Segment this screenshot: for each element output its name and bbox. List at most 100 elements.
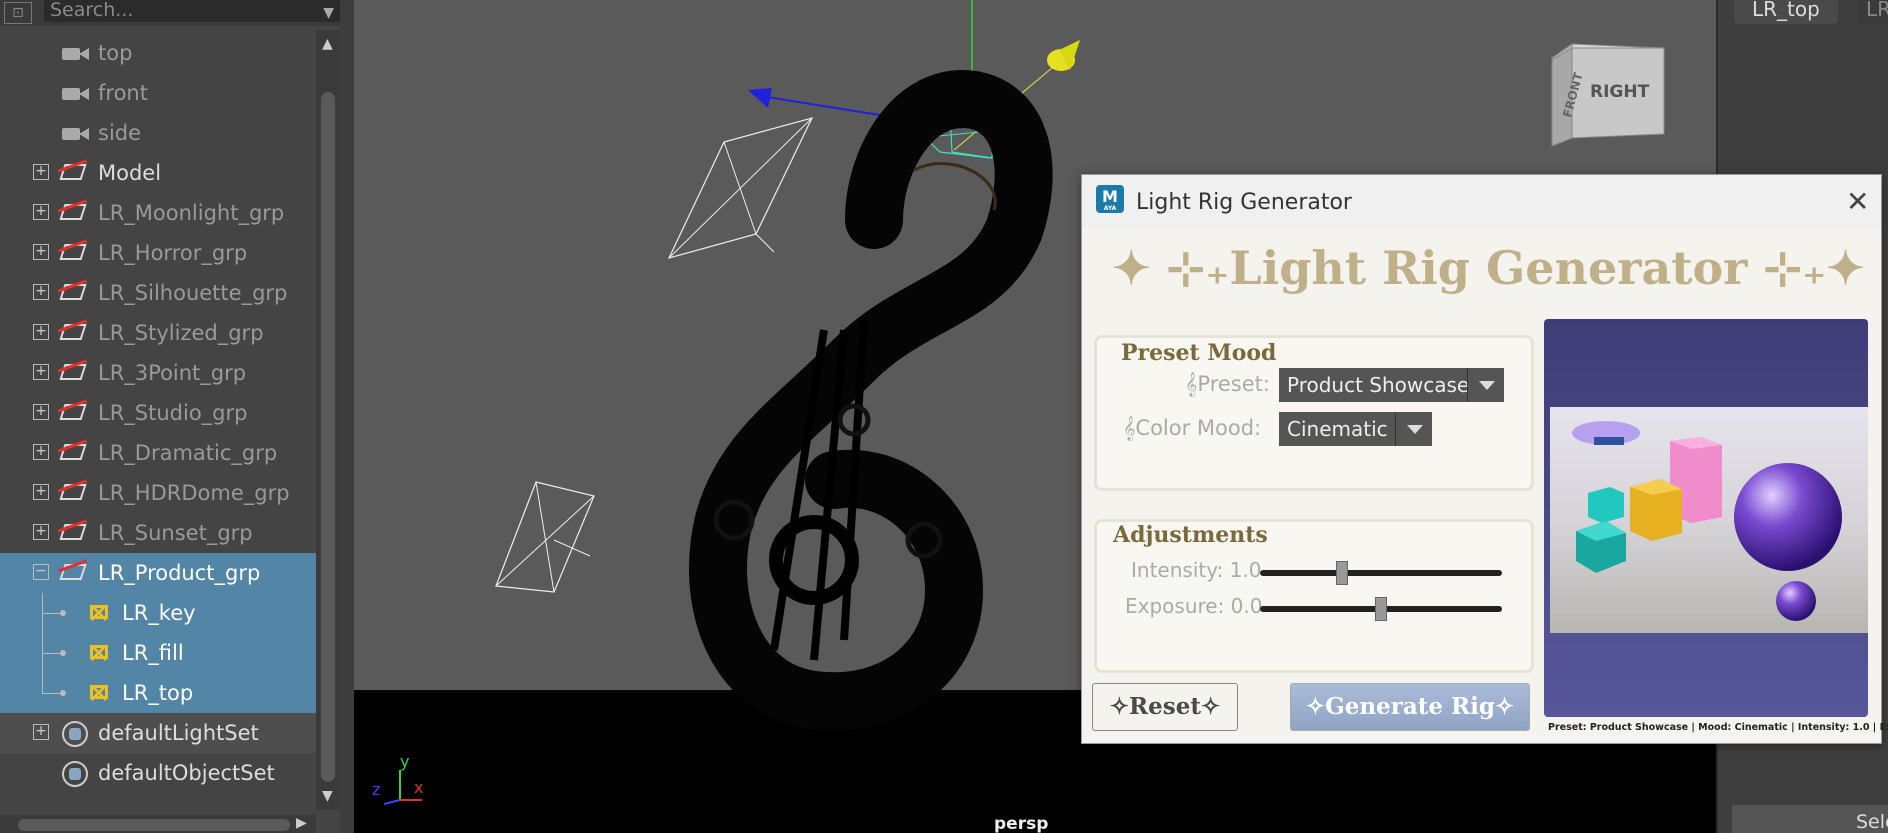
tab-lr-top[interactable]: LR_top <box>1734 0 1838 24</box>
outliner-toolbar: ⊡ Search... ▼ <box>0 0 348 26</box>
intensity-slider[interactable] <box>1260 561 1502 585</box>
scrollbar-thumb[interactable] <box>18 819 290 831</box>
outliner-item-lr-studio[interactable]: + LR_Studio_grp <box>0 393 316 433</box>
group-icon <box>60 321 90 345</box>
expand-icon[interactable]: + <box>33 284 49 300</box>
reset-button[interactable]: ✧Reset✧ <box>1092 683 1238 731</box>
expand-icon[interactable]: + <box>33 364 49 380</box>
expand-icon[interactable]: + <box>33 324 49 340</box>
group-icon <box>60 401 90 425</box>
tree-dot <box>60 650 66 656</box>
preset-dropdown[interactable]: Product Showcase <box>1279 368 1504 402</box>
group-icon <box>60 521 90 545</box>
exposure-slider-handle[interactable] <box>1375 597 1387 621</box>
outliner-item-lr-product[interactable]: − LR_Product_grp <box>0 553 316 593</box>
preview-render-image <box>1550 407 1868 633</box>
tree-connector <box>42 693 60 694</box>
search-input[interactable]: Search... ▼ <box>44 0 340 22</box>
expand-icon[interactable]: + <box>33 724 49 740</box>
expand-icon[interactable]: + <box>33 444 49 460</box>
outliner-item-label: front <box>98 81 148 105</box>
group-icon <box>60 361 90 385</box>
expand-icon[interactable]: + <box>33 204 49 220</box>
outliner-item-top[interactable]: top <box>0 33 316 73</box>
area-light-icon <box>82 677 118 710</box>
axis-x-label: x <box>414 778 424 797</box>
outliner-item-label: defaultLightSet <box>98 721 259 745</box>
group-icon <box>60 281 90 305</box>
outliner-item-front[interactable]: front <box>0 73 316 113</box>
outliner-item-lr-silhouette[interactable]: + LR_Silhouette_grp <box>0 273 316 313</box>
outliner-item-label: LR_3Point_grp <box>98 361 247 385</box>
tab-lr[interactable]: LR <box>1858 0 1888 24</box>
viewcube[interactable]: FRONT RIGHT <box>1542 38 1672 148</box>
dialog-header: ✦ ⊹₊Light Rig Generator ⊹₊✦ <box>1112 241 1865 295</box>
light-rig-generator-dialog: M AYA Light Rig Generator ✕ ✦ ⊹₊Light Rig… <box>1081 174 1888 744</box>
outliner-item-lr-hdrdome[interactable]: + LR_HDRDome_grp <box>0 473 316 513</box>
outliner-item-label: Model <box>98 161 162 185</box>
scroll-down-icon[interactable]: ▼ <box>322 788 333 804</box>
scrollbar-thumb[interactable] <box>321 92 335 782</box>
group-icon <box>60 441 90 465</box>
chevron-down-icon[interactable] <box>1395 412 1432 446</box>
collapse-icon[interactable]: − <box>33 564 49 580</box>
expand-icon[interactable]: + <box>33 404 49 420</box>
outliner-item-label: LR_Product_grp <box>98 561 261 585</box>
outliner-item-lr-horror[interactable]: + LR_Horror_grp <box>0 233 316 273</box>
tree-connector <box>42 613 60 614</box>
outliner-item-default-light-set[interactable]: + defaultLightSet <box>0 713 316 753</box>
preset-section-title: Preset Mood <box>1121 340 1277 366</box>
outliner-item-lr-key[interactable]: LR_key <box>0 593 316 633</box>
generate-rig-button[interactable]: ✧Generate Rig✧ <box>1290 683 1530 731</box>
outliner-panel: ⊡ Search... ▼ top front side + Model + L… <box>0 0 348 833</box>
expand-icon[interactable]: + <box>33 164 49 180</box>
color-mood-dropdown[interactable]: Cinematic <box>1279 412 1432 446</box>
outliner-item-model[interactable]: + Model <box>0 153 316 193</box>
intensity-slider-handle[interactable] <box>1335 561 1348 585</box>
outliner-item-label: LR_key <box>122 601 196 625</box>
panel-divider[interactable] <box>340 0 354 833</box>
outliner-vertical-scrollbar[interactable]: ▲ ▼ <box>316 30 340 810</box>
tree-dot <box>60 690 66 696</box>
outliner-item-lr-stylized[interactable]: + LR_Stylized_grp <box>0 313 316 353</box>
dialog-title: Light Rig Generator <box>1136 190 1352 215</box>
group-icon <box>60 481 90 505</box>
outliner-item-side[interactable]: side <box>0 113 316 153</box>
outliner-item-lr-dramatic[interactable]: + LR_Dramatic_grp <box>0 433 316 473</box>
select-button-label: Selec <box>1856 811 1888 833</box>
outliner-item-lr-moonlight[interactable]: + LR_Moonlight_grp <box>0 193 316 233</box>
group-icon <box>60 161 90 185</box>
exposure-slider[interactable] <box>1260 597 1502 621</box>
outliner-item-label: LR_HDRDome_grp <box>98 481 290 505</box>
outliner-item-lr-sunset[interactable]: + LR_Sunset_grp <box>0 513 316 553</box>
group-icon <box>60 241 90 265</box>
select-button[interactable]: Selec <box>1732 805 1888 833</box>
outliner-item-lr-top[interactable]: LR_top <box>0 673 316 713</box>
expand-icon[interactable]: + <box>33 484 49 500</box>
outliner-horizontal-scrollbar[interactable]: ▶ <box>0 815 316 833</box>
dialog-titlebar[interactable]: M AYA Light Rig Generator ✕ <box>1082 175 1881 229</box>
preset-mood-section: Preset Mood 𝄞Preset: Product Showcase 𝄞C… <box>1094 335 1534 491</box>
close-icon[interactable]: ✕ <box>1846 185 1869 218</box>
maya-app-icon: M AYA <box>1096 185 1124 213</box>
grid-icon[interactable]: ⊡ <box>4 2 32 24</box>
scroll-right-icon[interactable]: ▶ <box>296 815 307 831</box>
outliner-item-lr-fill[interactable]: LR_fill <box>0 633 316 673</box>
outliner-item-default-object-set[interactable]: defaultObjectSet <box>0 753 316 793</box>
scroll-up-icon[interactable]: ▲ <box>322 36 333 52</box>
expand-icon[interactable]: + <box>33 524 49 540</box>
chevron-down-icon[interactable]: ▼ <box>323 3 334 23</box>
preview-caption: Preset: Product Showcase | Mood: Cinemat… <box>1548 722 1888 733</box>
color-mood-label: 𝄞Color Mood: <box>1123 416 1262 440</box>
tree-connector <box>42 653 60 654</box>
chevron-down-icon[interactable] <box>1467 368 1504 402</box>
outliner-item-lr-3point[interactable]: + LR_3Point_grp <box>0 353 316 393</box>
outliner-item-label: LR_Dramatic_grp <box>98 441 278 465</box>
viewcube-right-label[interactable]: RIGHT <box>1590 82 1649 102</box>
outliner-item-label: LR_Sunset_grp <box>98 521 253 545</box>
camera-icon <box>62 121 92 145</box>
preview-panel <box>1544 319 1868 717</box>
tree-dot <box>60 610 66 616</box>
outliner-item-label: LR_fill <box>122 641 184 665</box>
expand-icon[interactable]: + <box>33 244 49 260</box>
